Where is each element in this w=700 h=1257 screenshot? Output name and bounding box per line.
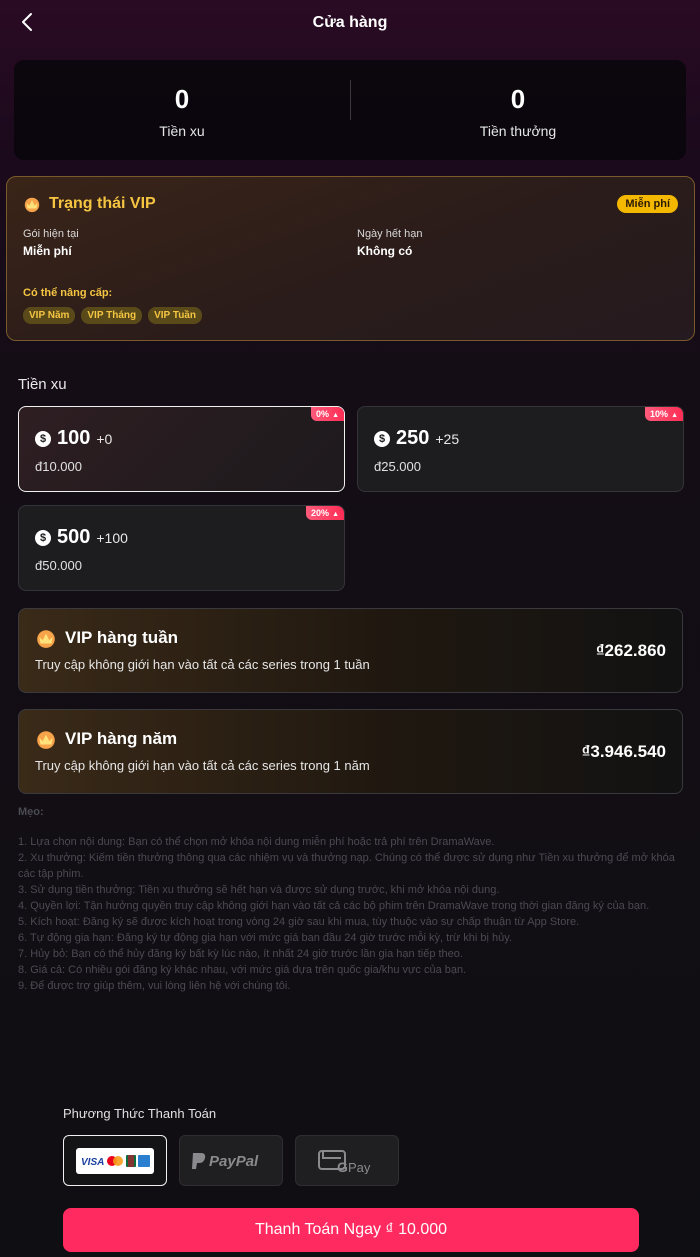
plan-title: VIP hàng tuần <box>35 627 178 649</box>
plan-description: Truy cập không giới hạn vào tất cả các s… <box>35 657 370 672</box>
coin-amount-value: 100 <box>57 427 91 449</box>
coin-amount: $ 500 +100 <box>35 526 128 549</box>
card-brands-icon: VISA <box>64 1136 166 1185</box>
current-plan-label: Gói hiện tại <box>23 228 79 240</box>
coins-section-title: Tiền xu <box>18 376 67 393</box>
plan-description: Truy cập không giới hạn vào tất cả các s… <box>35 758 370 773</box>
tip-item: 4. Quyền lợi: Tận hưởng quyền truy cập k… <box>18 900 650 912</box>
expiry-label: Ngày hết hạn <box>357 228 423 240</box>
plan-price: ₫3.946.540 <box>581 742 666 761</box>
caret-up-icon: ▲ <box>332 511 339 518</box>
tip-item: 7. Hủy bỏ: Bạn có thể hủy đăng ký bất kỳ… <box>18 948 463 960</box>
paypal-logo-text: PayPal <box>209 1153 259 1170</box>
header: Cửa hàng <box>0 0 700 48</box>
crown-icon <box>24 197 40 213</box>
payment-gpay-option[interactable]: G Pay <box>295 1135 399 1186</box>
upgrade-tag[interactable]: VIP Tháng <box>81 307 143 324</box>
upgrade-label: Có thể nâng cấp: <box>23 287 113 299</box>
bonus-balance: 0 Tiền thưởng <box>350 84 686 139</box>
coin-package[interactable]: 0% ▲ $ 100 +0 đ10.000 <box>18 406 345 492</box>
coin-amount-value: 500 <box>57 526 91 548</box>
discount-badge: 20% ▲ <box>306 506 344 520</box>
current-plan: Gói hiện tại Miễn phí <box>23 228 79 258</box>
coin-bonus: +25 <box>435 431 460 447</box>
coin-price: đ50.000 <box>35 558 82 573</box>
tips-heading: Mẹo: <box>18 806 44 818</box>
vip-status-title: Trạng thái VIP <box>23 195 156 213</box>
coin-amount-value: 250 <box>396 427 430 449</box>
coin-amount: $ 250 +25 <box>374 427 459 450</box>
expiry-value: Không có <box>357 244 413 258</box>
discount-text: 20% <box>311 508 330 518</box>
tip-item: 3. Sử dụng tiền thưởng: Tiền xu thưởng s… <box>18 884 500 896</box>
discount-badge: 0% ▲ <box>311 407 344 421</box>
upgrade-tag[interactable]: VIP Năm <box>23 307 76 324</box>
coin-icon: $ <box>35 530 51 546</box>
vip-yearly-plan[interactable]: VIP hàng năm Truy cập không giới hạn vào… <box>18 709 683 794</box>
upgrade-tag[interactable]: VIP Tuần <box>148 307 202 324</box>
coin-icon: $ <box>374 431 390 447</box>
coin-amount: $ 100 +0 <box>35 427 112 450</box>
plan-title: VIP hàng năm <box>35 728 177 750</box>
balance-card: 0 Tiền xu 0 Tiền thưởng <box>14 60 686 160</box>
status-badge: Miễn phí <box>617 195 678 213</box>
discount-badge: 10% ▲ <box>645 407 683 421</box>
payment-paypal-option[interactable]: PayPal <box>179 1135 283 1186</box>
crown-icon <box>37 630 55 648</box>
caret-up-icon: ▲ <box>332 412 339 419</box>
tip-item: 8. Giá cả: Có nhiều gói đăng ký khác nha… <box>18 964 467 976</box>
coin-bonus: +100 <box>96 530 128 546</box>
bonus-label: Tiền thưởng <box>479 123 557 139</box>
page-title: Cửa hàng <box>312 14 388 31</box>
gpay-logo-icon: G Pay <box>296 1136 398 1185</box>
coins-value: 0 <box>174 84 190 114</box>
expiry-date: Ngày hết hạn Không có <box>357 228 422 258</box>
pay-now-button[interactable]: Thanh Toán Ngay ₫ 10.000 <box>63 1208 639 1252</box>
paypal-logo-icon: PayPal <box>180 1136 282 1185</box>
tip-item: 5. Kích hoạt: Đăng ký sẽ được kích hoạt … <box>18 916 580 928</box>
coin-package[interactable]: 10% ▲ $ 250 +25 đ25.000 <box>357 406 684 492</box>
tip-item: 6. Tự động gia hạn: Đăng ký tự động gia … <box>18 932 513 944</box>
coin-package[interactable]: 20% ▲ $ 500 +100 đ50.000 <box>18 505 345 591</box>
coin-bonus: +0 <box>96 431 113 447</box>
plan-price: ₫262.860 <box>595 641 666 660</box>
caret-up-icon: ▲ <box>671 412 678 419</box>
crown-icon <box>37 731 55 749</box>
coin-price: đ25.000 <box>374 459 421 474</box>
coins-balance: 0 Tiền xu <box>14 84 350 139</box>
coins-label: Tiền xu <box>159 123 205 139</box>
coin-price: đ10.000 <box>35 459 82 474</box>
gpay-logo-text: Pay <box>348 1160 371 1174</box>
bonus-value: 0 <box>510 84 526 114</box>
payment-method-label: Phương Thức Thanh Toán <box>63 1106 217 1121</box>
plan-title-text: VIP hàng năm <box>65 729 178 748</box>
visa-logo-text: VISA <box>81 1157 104 1168</box>
vip-status-title-text: Trạng thái VIP <box>49 195 156 212</box>
tip-item: 9. Để được trợ giúp thêm, vui lòng liên … <box>18 980 291 992</box>
plan-title-text: VIP hàng tuần <box>65 628 179 647</box>
payment-card-option[interactable]: VISA <box>63 1135 167 1186</box>
tip-item: 2. Xu thưởng: Kiếm tiền thưởng thông qua… <box>18 852 675 880</box>
vip-status-card: Trạng thái VIP Miễn phí Gói hiện tại Miễ… <box>6 176 695 341</box>
discount-text: 0% <box>316 409 330 419</box>
current-plan-value: Miễn phí <box>23 244 72 258</box>
upgrade-tags: VIP Năm VIP Tháng VIP Tuần <box>23 307 202 324</box>
tips-section: Mẹo: 1. Lựa chọn nội dung: Bạn có thể ch… <box>18 804 680 994</box>
vip-weekly-plan[interactable]: VIP hàng tuần Truy cập không giới hạn và… <box>18 608 683 693</box>
tip-item: 1. Lựa chọn nội dung: Bạn có thể chọn mở… <box>18 836 495 848</box>
svg-text:G: G <box>337 1159 348 1174</box>
coin-icon: $ <box>35 431 51 447</box>
discount-text: 10% <box>650 409 669 419</box>
